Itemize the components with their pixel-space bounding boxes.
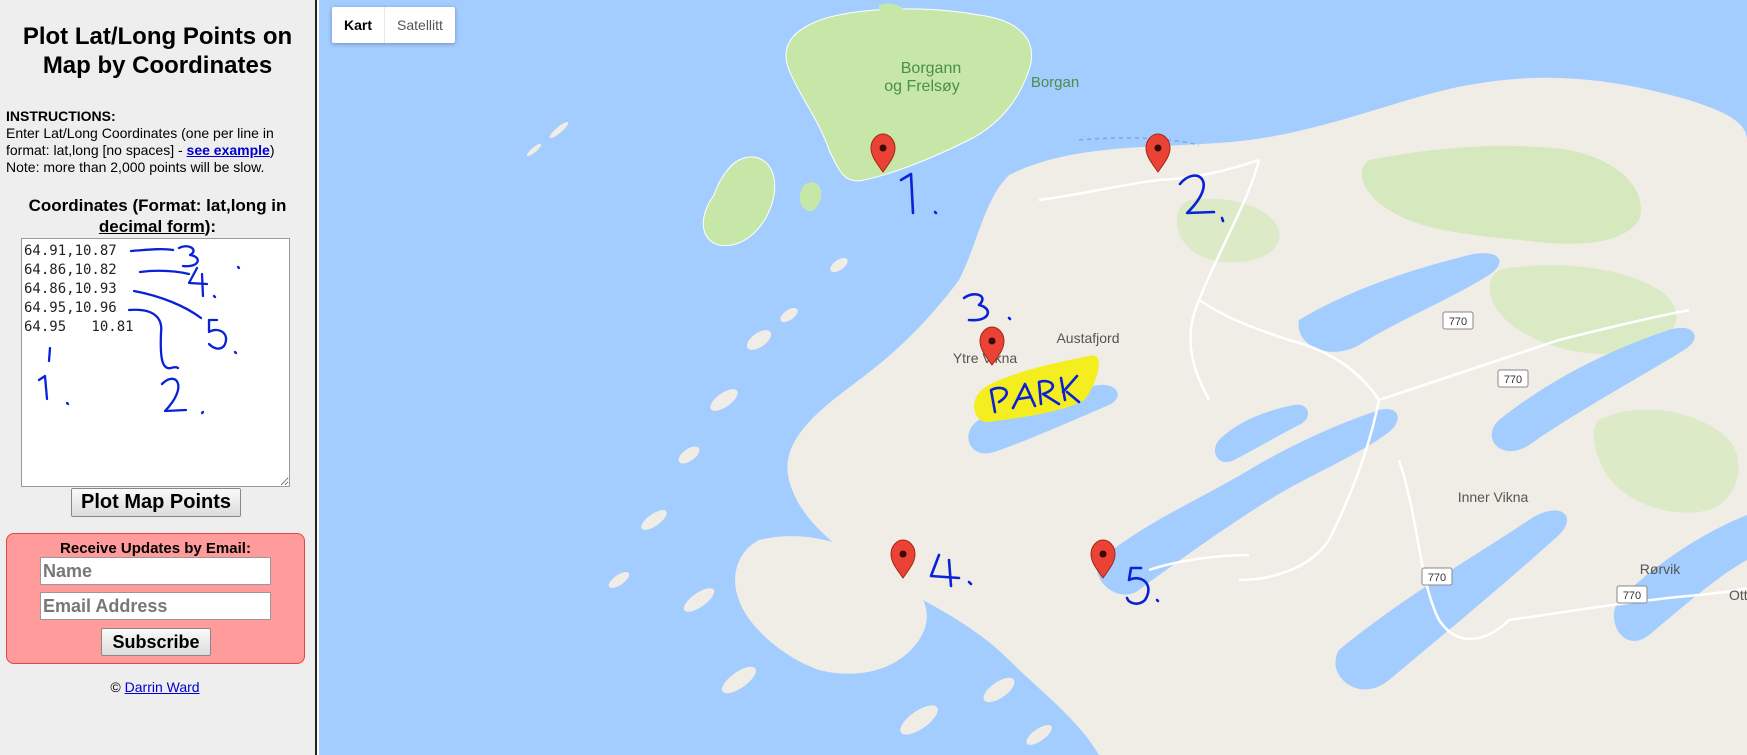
sidebar: Plot Lat/Long Points on Map by Coordinat… (0, 0, 317, 755)
ink-map-2-dot (1220, 216, 1225, 223)
instructions-close: ) (269, 142, 275, 158)
map-type-control: Kart Satellitt (332, 7, 455, 43)
road-shield-4: 770 (1616, 585, 1648, 604)
coordinates-heading-start: Coordinates (Format: lat,long in (28, 196, 287, 215)
ink-map-1-dot (933, 210, 938, 215)
instructions-heading: INSTRUCTIONS: (6, 108, 116, 124)
instructions: INSTRUCTIONS: Enter Lat/Long Coordinates… (6, 108, 315, 176)
author-link[interactable]: Darrin Ward (125, 679, 200, 695)
ink-map-3-dot (1007, 316, 1012, 321)
place-label-rorvik: Rørvik (1640, 561, 1681, 577)
name-input[interactable] (40, 557, 271, 585)
coordinates-heading-decimal: decimal form (98, 217, 205, 236)
credit: © Darrin Ward (0, 679, 310, 695)
svg-text:770: 770 (1428, 572, 1446, 584)
svg-text:770: 770 (1449, 316, 1467, 328)
svg-text:770: 770 (1504, 374, 1522, 386)
email-signup-box: Receive Updates by Email: Subscribe (6, 533, 305, 664)
place-label-ott: Ott (1729, 587, 1747, 603)
email-signup-title: Receive Updates by Email: (60, 540, 251, 557)
svg-text:770: 770 (1623, 590, 1641, 602)
performance-note: Note: more than 2,000 points will be slo… (6, 159, 265, 175)
place-label-borgan: Borgan (1031, 74, 1079, 91)
see-example-link[interactable]: see example (187, 142, 270, 158)
road-shield-3: 770 (1421, 567, 1453, 586)
map-canvas[interactable]: 770 770 770 770 Borgann og Frelsøy Borga… (319, 0, 1747, 755)
road-shield-2: 770 (1497, 369, 1529, 388)
place-label-borgann-1: Borgann (901, 60, 962, 77)
plot-map-points-button[interactable]: Plot Map Points (71, 488, 241, 517)
place-label-austafjord: Austafjord (1056, 330, 1119, 346)
email-input[interactable] (40, 592, 271, 620)
ink-map-4-dot (967, 580, 973, 586)
coordinates-textarea[interactable]: 64.91,10.87 64.86,10.82 64.86,10.93 64.9… (21, 238, 290, 487)
page-title: Plot Lat/Long Points on Map by Coordinat… (22, 23, 293, 79)
coordinates-heading: Coordinates (Format: lat,long in decimal… (6, 195, 309, 237)
subscribe-button[interactable]: Subscribe (101, 628, 211, 656)
map-type-satellitt-button[interactable]: Satellitt (385, 7, 455, 43)
map-type-kart-button[interactable]: Kart (332, 7, 386, 43)
place-label-inner-vikna: Inner Vikna (1458, 489, 1529, 505)
road-shield-1: 770 (1442, 311, 1474, 330)
coordinates-heading-end: ): (204, 217, 217, 236)
ink-map-5-dot (1155, 598, 1160, 603)
place-label-borgann: og Frelsøy (884, 78, 960, 95)
copyright-prefix: © (110, 679, 125, 695)
map-base: 770 770 770 770 Borgann og Frelsøy Borga… (319, 0, 1747, 755)
